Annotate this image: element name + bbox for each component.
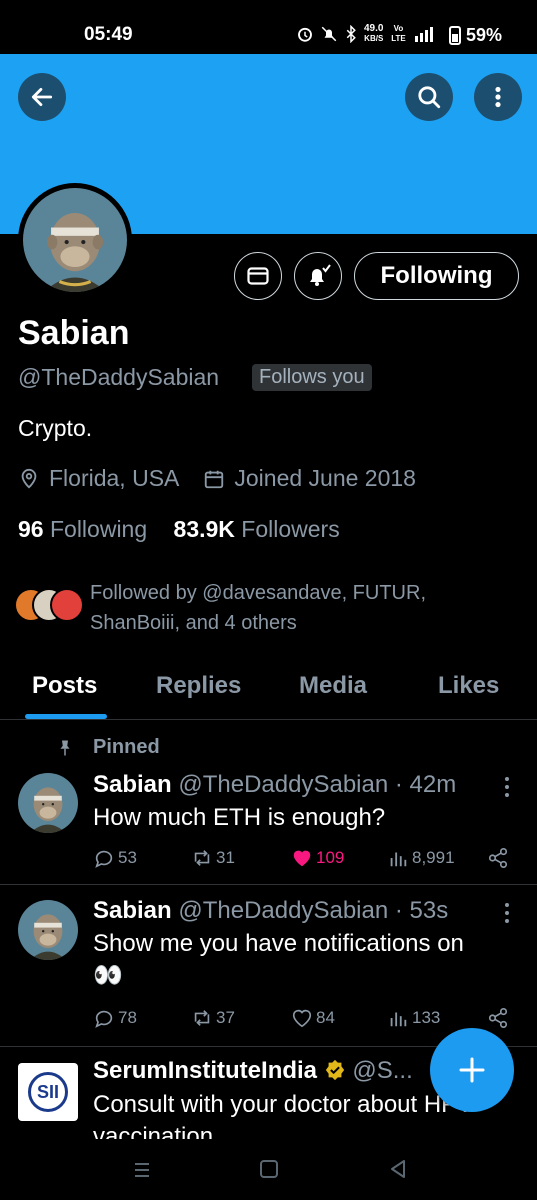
back-nav-icon[interactable] [387,1158,409,1180]
following-count-link[interactable]: 96 Following [18,516,147,542]
share-icon [488,848,508,868]
heart-filled-icon [293,850,311,867]
status-bar: 05:49 49.0 KB/S Vo LTE 59% [0,0,537,54]
pin-icon [60,740,70,755]
search-icon [418,86,441,109]
repost-button[interactable]: 37 [191,1007,235,1029]
profile-handle: @TheDaddySabian [18,364,220,390]
share-icon [488,1008,508,1028]
profile-meta: Florida, USA Joined June 2018 [18,465,416,492]
post-avatar[interactable] [18,900,78,960]
ape-avatar-image [18,900,78,960]
reply-button[interactable]: 53 [93,847,137,869]
location-pin-icon [21,468,37,489]
post-header[interactable]: Sabian @TheDaddySabian · 42m [93,771,456,799]
profile-tabs: Posts Replies Media Likes [0,660,537,720]
views-button[interactable]: 133 [387,1007,440,1029]
plus-icon [459,1057,485,1083]
views-button[interactable]: 8,991 [387,847,455,869]
post-text: How much ETH is enough? [93,804,386,831]
like-button[interactable]: 84 [291,1007,335,1029]
post-actions: 78 37 84 133 [93,1007,513,1033]
alarm-icon [298,27,312,42]
profile-avatar[interactable] [18,183,132,297]
net-speed: 49.0 KB/S [364,23,384,44]
profile-joined: Joined June 2018 [234,465,416,491]
post-divider [0,884,537,885]
reply-icon [95,1010,113,1028]
avatar [50,588,84,622]
follows-you-badge: Follows you [252,364,372,391]
pinned-label: Pinned [56,736,160,759]
ape-avatar-image [18,773,78,833]
tab-media[interactable]: Media [299,672,367,700]
repost-button[interactable]: 31 [191,847,235,869]
heart-icon [292,1009,312,1028]
views-chart-icon [390,852,407,867]
post-avatar[interactable] [18,773,78,833]
sii-logo[interactable]: SII [18,1063,78,1121]
ape-avatar-image [23,188,127,292]
tab-posts[interactable]: Posts [32,672,97,700]
compose-button[interactable] [430,1028,514,1112]
following-button[interactable]: Following [354,252,519,300]
post-actions: 53 31 109 8,991 [93,847,513,873]
tab-likes[interactable]: Likes [438,672,499,700]
notifications-toggle-button[interactable] [294,252,342,300]
post-text: Show me you have notifications on 👀 [93,928,464,992]
profile-bio: Crypto. [18,415,93,441]
tab-replies[interactable]: Replies [156,672,241,700]
more-vertical-icon [495,86,501,108]
post-more-icon[interactable] [500,902,514,924]
message-button[interactable] [234,252,282,300]
more-options-button[interactable] [474,73,522,121]
followers-count-link[interactable]: 83.9K Followers [174,516,340,542]
bluetooth-icon [346,25,356,43]
profile-name: Sabian [18,314,130,352]
mute-bell-icon [321,26,337,42]
recent-apps-icon[interactable] [130,1158,154,1182]
post-header[interactable]: SerumInstituteIndia @S... [93,1057,413,1085]
followed-by-avatars[interactable] [14,588,84,624]
share-button[interactable] [487,1007,509,1029]
gold-verified-icon [325,1059,344,1081]
volte-indicator: Vo LTE [391,24,406,43]
profile-location: Florida, USA [49,465,180,491]
signal-icon [415,27,434,42]
active-tab-indicator [25,714,107,719]
follow-counts: 96 Following 83.9K Followers [18,516,340,543]
reply-icon [95,850,113,868]
like-button[interactable]: 109 [291,847,344,869]
post-header[interactable]: Sabian @TheDaddySabian · 53s [93,897,448,925]
post-text: Consult with your doctor about HPV vacci… [93,1091,474,1139]
followed-by-text[interactable]: Followed by @davesandave, FUTUR, ShanBoi… [90,578,510,638]
eyes-emoji: 👀 [93,962,123,989]
repost-icon [194,850,210,866]
bell-check-icon [310,264,331,286]
home-icon[interactable] [258,1158,280,1180]
reply-button[interactable]: 78 [93,1007,137,1029]
share-button[interactable] [487,847,509,869]
views-chart-icon [390,1012,407,1027]
search-button[interactable] [405,73,453,121]
post-more-icon[interactable] [500,776,514,798]
arrow-left-icon [31,88,53,106]
sii-logo-text: SII [28,1072,68,1112]
status-icons: 49.0 KB/S Vo LTE [296,24,435,44]
repost-icon [194,1010,210,1026]
system-nav-bar [0,1140,537,1200]
back-button[interactable] [18,73,66,121]
envelope-icon [247,267,269,285]
battery-percent: 59% [466,25,503,45]
calendar-icon [205,470,224,488]
status-time: 05:49 [84,24,133,45]
battery-icon [449,26,461,45]
